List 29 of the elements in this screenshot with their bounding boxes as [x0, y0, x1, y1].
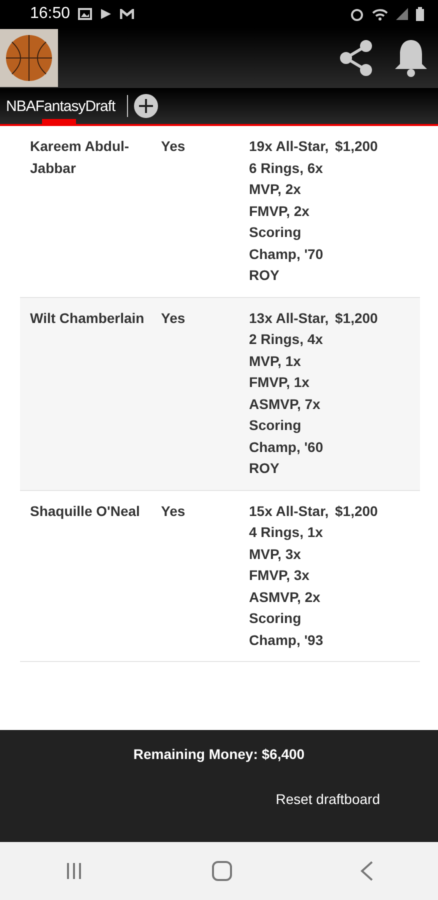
price: $1,200 [335, 308, 379, 328]
home-icon[interactable] [212, 861, 232, 881]
remaining-money: Remaining Money: $6,400 [133, 746, 305, 762]
player-row[interactable]: Wilt Chamberlain Yes 13x All-Star, 2 Rings, 4x MVP, 1x FMVP, 1x ASMVP, 7x Scoring Champ, '60 ROY $1,200 [20, 298, 420, 490]
basketball-logo[interactable] [0, 29, 58, 87]
accolades: 19x All-Star, 6 Rings, 6x MVP, 2x FMVP, 2x Scoring Champ, '70 ROY [249, 137, 329, 285]
accolades: 15x All-Star, 4 Rings, 1x MVP, 3x FMVP, 3x ASMVP, 2x Scoring Champ, '93 [249, 502, 329, 650]
availability: Yes [161, 137, 186, 156]
reset-button[interactable]: Reset draftboard [270, 790, 386, 808]
bell-icon[interactable] [394, 38, 428, 78]
price: $1,200 [335, 137, 379, 156]
availability: Yes [161, 308, 186, 328]
price: $1,200 [335, 502, 379, 520]
accolades: 13x All-Star, 2 Rings, 4x MVP, 1x FMVP, 1x ASMVP, 7x Scoring Champ, '60 ROY [249, 308, 329, 478]
recent-apps-icon[interactable] [64, 862, 84, 880]
player-name: Wilt Chamberlain [30, 308, 146, 328]
wifi-icon [372, 8, 388, 20]
battery-icon [416, 7, 424, 21]
player-name: Shaquille O'Neal [30, 502, 141, 521]
availability: Yes [161, 502, 186, 520]
signal-icon [396, 8, 408, 20]
back-icon[interactable] [360, 861, 374, 881]
player-name: Kareem Abdul-Jabbar [30, 137, 130, 178]
clock-time: 16:50 [30, 5, 70, 23]
add-icon[interactable] [134, 94, 158, 118]
mail-icon [120, 8, 134, 20]
player-row[interactable]: Shaquille O'Neal Yes 15x All-Star, 4 Rings, 1x MVP, 3x FMVP, 3x ASMVP, 2x Scoring Champ, '93 $1,200 [20, 490, 420, 662]
image-icon [78, 8, 92, 20]
play-icon [100, 8, 112, 20]
